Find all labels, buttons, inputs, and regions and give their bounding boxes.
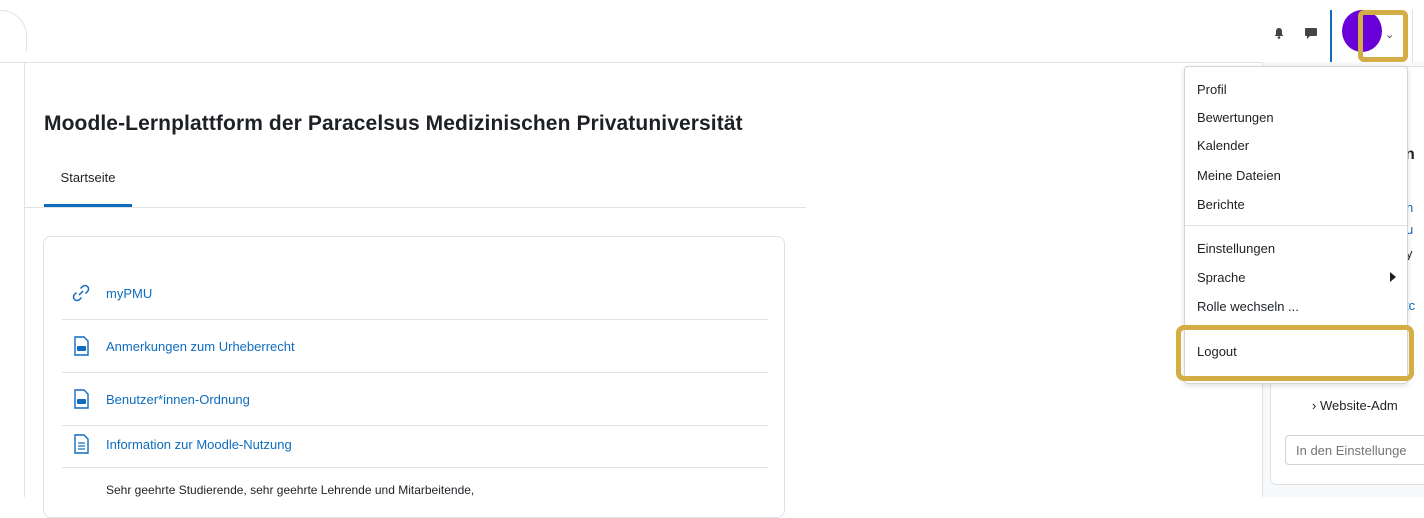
activity-link[interactable]: Anmerkungen zum Urheberrecht bbox=[106, 339, 295, 354]
bell-icon[interactable] bbox=[1273, 27, 1285, 39]
activity-description: Sehr geehrte Studierende, sehr geehrte L… bbox=[106, 483, 475, 497]
menu-item-berichte[interactable]: Berichte bbox=[1197, 197, 1245, 212]
activity-link[interactable]: Benutzer*innen-Ordnung bbox=[106, 392, 250, 407]
left-border bbox=[24, 62, 25, 497]
menu-item-rolle-wechseln[interactable]: Rolle wechseln ... bbox=[1197, 299, 1299, 314]
tab-startseite[interactable]: Startseite bbox=[44, 150, 132, 207]
pdf-icon bbox=[74, 389, 89, 409]
activity-link[interactable]: myPMU bbox=[106, 286, 152, 301]
menu-item-meine-dateien[interactable]: Meine Dateien bbox=[1197, 168, 1281, 183]
highlight-logout bbox=[1176, 325, 1414, 381]
website-admin-link[interactable]: › Website-Adm bbox=[1312, 398, 1398, 413]
list-item[interactable]: Anmerkungen zum Urheberrecht bbox=[62, 320, 768, 373]
link-icon bbox=[72, 284, 90, 302]
website-admin-label: Website-Adm bbox=[1319, 398, 1398, 413]
activity-link[interactable]: Information zur Moodle-Nutzung bbox=[106, 437, 292, 452]
menu-item-einstellungen[interactable]: Einstellungen bbox=[1197, 241, 1275, 256]
menu-item-kalender[interactable]: Kalender bbox=[1197, 138, 1249, 153]
menu-item-profil[interactable]: Profil bbox=[1197, 82, 1227, 97]
page-title: Moodle-Lernplattform der Paracelsus Medi… bbox=[44, 112, 743, 135]
menu-divider bbox=[1185, 225, 1407, 226]
list-item[interactable]: Information zur Moodle-Nutzung bbox=[62, 421, 768, 468]
chevron-right-icon: › bbox=[1312, 398, 1317, 413]
list-item[interactable]: myPMU bbox=[62, 267, 768, 320]
pdf-icon bbox=[74, 336, 89, 356]
list-item[interactable]: Benutzer*innen-Ordnung bbox=[62, 373, 768, 426]
tab-bar: Startseite bbox=[24, 150, 806, 208]
messages-icon[interactable] bbox=[1304, 27, 1318, 39]
menu-item-sprache[interactable]: Sprache bbox=[1197, 270, 1245, 285]
top-navbar bbox=[0, 0, 1424, 63]
settings-search-input[interactable] bbox=[1285, 435, 1424, 465]
submenu-arrow-icon bbox=[1390, 272, 1396, 282]
site-activities-card: myPMU Anmerkungen zum Urheberrecht Benut… bbox=[43, 236, 785, 518]
highlight-user-menu bbox=[1358, 10, 1408, 62]
menu-item-bewertungen[interactable]: Bewertungen bbox=[1197, 110, 1274, 125]
document-icon bbox=[74, 434, 89, 454]
